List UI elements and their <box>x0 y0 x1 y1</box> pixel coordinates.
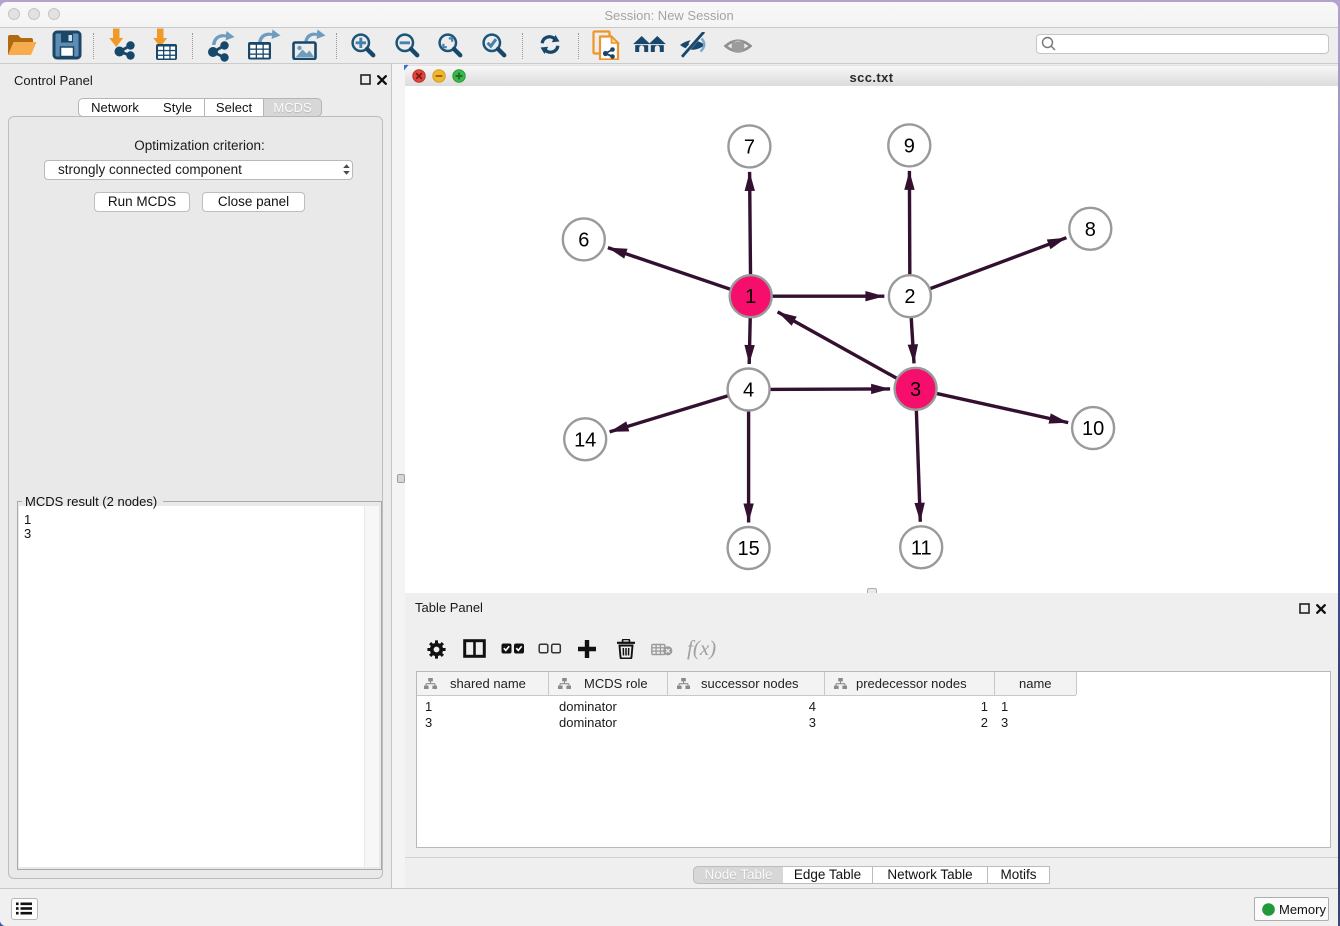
svg-text:11: 11 <box>911 537 932 559</box>
svg-text:14: 14 <box>574 429 596 451</box>
svg-text:10: 10 <box>1082 418 1104 440</box>
svg-text:8: 8 <box>1085 219 1096 241</box>
svg-text:15: 15 <box>737 538 759 560</box>
svg-text:1: 1 <box>745 286 756 308</box>
svg-text:3: 3 <box>910 379 921 401</box>
svg-text:6: 6 <box>578 229 589 251</box>
svg-text:2: 2 <box>904 286 915 308</box>
svg-text:4: 4 <box>743 380 754 402</box>
svg-text:9: 9 <box>904 135 915 157</box>
svg-text:7: 7 <box>744 136 755 158</box>
